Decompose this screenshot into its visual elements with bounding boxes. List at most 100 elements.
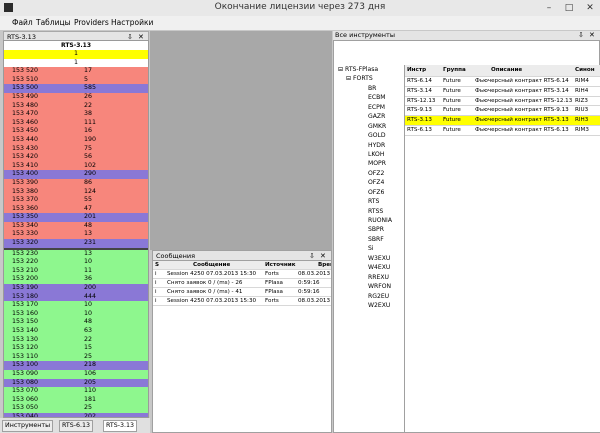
tree-item[interactable]: WRFON: [338, 282, 400, 291]
orderbook-row[interactable]: 153 080 205: [4, 378, 148, 388]
column-header[interactable]: Врем: [318, 261, 331, 269]
orderbook-row[interactable]: 153 430 75: [4, 144, 148, 154]
instrument-row[interactable]: RTS-6.14 Future Фьючерсный контракт RTS-6.…: [405, 77, 600, 87]
order-book[interactable]: RTS-3.13 1 1 153 520 17 153 510 5 153 500 585…: [3, 40, 149, 418]
column-header[interactable]: Сообщение: [193, 261, 253, 269]
orderbook-row[interactable]: 153 150 48: [4, 318, 148, 327]
tab-instruments[interactable]: Инструменты: [2, 420, 54, 432]
orderbook-row[interactable]: 153 480 22: [4, 101, 148, 111]
tree-item[interactable]: OFZ4: [338, 178, 400, 187]
tree-item[interactable]: RTS: [338, 197, 400, 206]
orderbook-row[interactable]: 153 060 181: [4, 395, 148, 405]
orderbook-row[interactable]: 153 390 86: [4, 178, 148, 188]
column-header[interactable]: Источник: [265, 261, 297, 269]
instrument-row[interactable]: RTS-6.13 Future Фьючерсный контракт RTS-6.…: [405, 126, 600, 136]
column-header[interactable]: Инстр: [407, 65, 441, 76]
tree-item[interactable]: Si: [338, 244, 400, 253]
instrument-row[interactable]: RTS-12.13 Future Фьючерсный контракт RTS-1…: [405, 97, 600, 107]
collapse-icon[interactable]: ⊟: [346, 75, 351, 82]
tree-root[interactable]: ⊟ RTS-FPlasa: [338, 65, 400, 74]
collapse-icon[interactable]: ⊟: [338, 66, 343, 73]
tree-item[interactable]: SBRF: [338, 235, 400, 244]
orderbook-row[interactable]: 153 130 22: [4, 335, 148, 345]
orderbook-row[interactable]: 153 410 102: [4, 161, 148, 171]
tree-item[interactable]: GMKR: [338, 122, 400, 131]
orderbook-row[interactable]: 153 320 231: [4, 239, 148, 248]
tree-item[interactable]: MOPR: [338, 159, 400, 168]
tab-rts-6-13[interactable]: RTS-6.13: [59, 420, 94, 432]
orderbook-row[interactable]: 153 200 36: [4, 275, 148, 285]
tree-item[interactable]: HYDR: [338, 141, 400, 150]
orderbook-row[interactable]: 153 090 106: [4, 369, 148, 379]
message-row[interactable]: i Снято заявок 0 / (ms) - 41 FPlasa 0:59:16: [153, 288, 331, 297]
orderbook-row[interactable]: 153 370 55: [4, 196, 148, 205]
orderbook-row[interactable]: 153 330 13: [4, 230, 148, 240]
orderbook-row[interactable]: 153 360 47: [4, 204, 148, 214]
orderbook-row[interactable]: 153 070 110: [4, 387, 148, 396]
tree-item[interactable]: OFZ6: [338, 188, 400, 197]
tab-rts-3-13[interactable]: RTS-3.13: [103, 420, 138, 432]
tree-item[interactable]: GOLD: [338, 131, 400, 140]
column-header[interactable]: Группа: [443, 65, 473, 76]
close-icon[interactable]: ✕: [589, 31, 595, 40]
orderbook-row[interactable]: 153 380 124: [4, 187, 148, 197]
orderbook-row[interactable]: 153 220 10: [4, 258, 148, 267]
orderbook-row[interactable]: 153 210 11: [4, 266, 148, 276]
close-icon[interactable]: ✕: [320, 251, 326, 261]
tree-item[interactable]: RUONIA: [338, 216, 400, 225]
tree-item[interactable]: RREXU: [338, 273, 400, 282]
instrument-row[interactable]: RTS-3.13 Future Фьючерсный контракт RTS-3.…: [405, 116, 600, 126]
orderbook-row[interactable]: 153 140 63: [4, 327, 148, 336]
pin-icon[interactable]: ⇩: [578, 31, 584, 40]
orderbook-row[interactable]: 153 510 5: [4, 75, 148, 85]
orderbook-row[interactable]: 153 110 25: [4, 352, 148, 362]
maximize-button[interactable]: □: [560, 0, 578, 16]
orderbook-row[interactable]: 153 100 218: [4, 361, 148, 370]
minimize-button[interactable]: –: [540, 0, 558, 16]
instrument-tree[interactable]: ⊟ RTS-FPlasa ⊟ FORTS BR ECBM ECPM GAZR GMKR G…: [338, 65, 400, 333]
message-row[interactable]: i Session 4250 07.03.2013 15:30 Forts 08.03…: [153, 297, 331, 306]
tree-item[interactable]: BR: [338, 84, 400, 93]
instrument-row[interactable]: RTS-3.14 Future Фьючерсный контракт RTS-3.…: [405, 87, 600, 97]
pin-icon[interactable]: ⇩: [309, 251, 315, 261]
orderbook-row[interactable]: 153 340 48: [4, 221, 148, 231]
column-header[interactable]: S: [155, 261, 163, 269]
orderbook-row[interactable]: 153 450 16: [4, 127, 148, 136]
tree-item[interactable]: RTSS: [338, 207, 400, 216]
tree-item[interactable]: W3EXU: [338, 254, 400, 263]
tree-item[interactable]: W4EXU: [338, 263, 400, 272]
close-button[interactable]: ✕: [580, 0, 600, 16]
orderbook-row[interactable]: 153 170 10: [4, 301, 148, 310]
tree-group[interactable]: ⊟ FORTS: [338, 74, 400, 83]
orderbook-row[interactable]: 153 470 38: [4, 110, 148, 119]
orderbook-row[interactable]: 153 460 111: [4, 118, 148, 128]
orderbook-row[interactable]: 153 050 25: [4, 404, 148, 413]
tree-item[interactable]: ECPM: [338, 103, 400, 112]
orderbook-row[interactable]: 153 420 56: [4, 153, 148, 162]
tree-item[interactable]: RG2EU: [338, 292, 400, 301]
tree-item[interactable]: OFZ2: [338, 169, 400, 178]
orderbook-row[interactable]: 153 190 200: [4, 284, 148, 293]
menu-tables[interactable]: Таблицы: [36, 18, 71, 27]
orderbook-row[interactable]: 153 160 10: [4, 309, 148, 319]
orderbook-row[interactable]: 153 440 190: [4, 135, 148, 145]
menu-file[interactable]: Файл: [12, 18, 33, 27]
tree-item[interactable]: W2EXU: [338, 301, 400, 310]
menu-providers[interactable]: Providers: [74, 18, 109, 27]
orderbook-row[interactable]: 153 520 17: [4, 67, 148, 76]
message-row[interactable]: i Session 4250 07.03.2013 15:30 Forts 08.03…: [153, 270, 331, 279]
orderbook-row[interactable]: 153 500 585: [4, 84, 148, 93]
tree-item[interactable]: SBPR: [338, 225, 400, 234]
tree-item[interactable]: GAZR: [338, 112, 400, 121]
tree-item[interactable]: ECBM: [338, 93, 400, 102]
menu-settings[interactable]: Настройки: [111, 18, 153, 27]
orderbook-row[interactable]: 153 120 15: [4, 344, 148, 353]
orderbook-row[interactable]: 153 490 26: [4, 92, 148, 102]
instrument-row[interactable]: RTS-9.13 Future Фьючерсный контракт RTS-9.…: [405, 106, 600, 117]
orderbook-row[interactable]: 153 180 444: [4, 292, 148, 302]
column-header[interactable]: Синон: [575, 65, 600, 76]
orderbook-row[interactable]: 153 230 13: [4, 249, 148, 259]
orderbook-row[interactable]: 153 350 201: [4, 213, 148, 222]
message-row[interactable]: i Снято заявок 0 / (ms) - 26 FPlasa 0:59:16: [153, 279, 331, 288]
column-header[interactable]: Описание: [491, 65, 551, 76]
